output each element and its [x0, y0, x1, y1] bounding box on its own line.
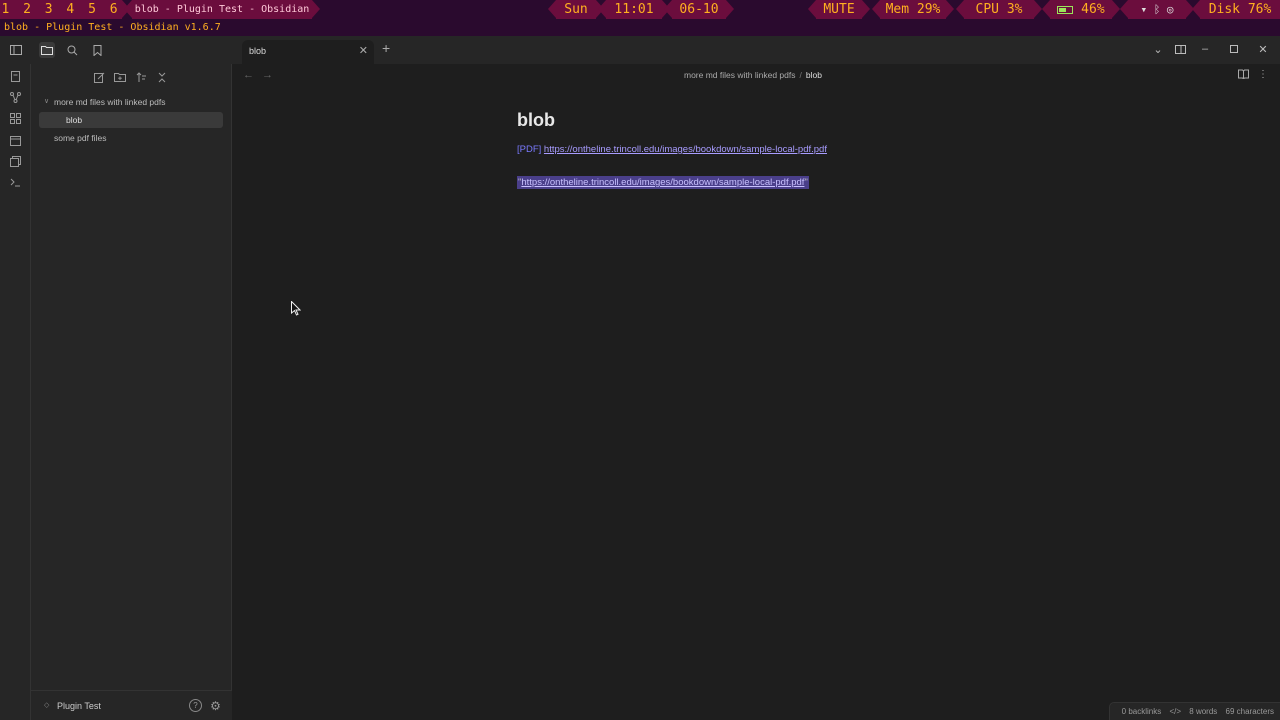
breadcrumb-separator: / — [799, 70, 802, 80]
window-title: blob - Plugin Test - Obsidian v1.6.7 — [0, 19, 1280, 36]
day-label: Sun — [548, 0, 604, 19]
chevron-updown-icon[interactable]: ◇ — [44, 701, 49, 709]
system-status-bar: 1 2 3 4 5 6 blob - Plugin Test - Obsidia… — [0, 0, 1280, 34]
battery-level: 46% — [1081, 2, 1105, 17]
tab-list-chevron-icon[interactable]: ⌄ — [1151, 42, 1165, 56]
ribbon — [0, 64, 31, 720]
code-icon[interactable]: </> — [1169, 707, 1181, 716]
character-count: 69 characters — [1225, 707, 1274, 716]
obsidian-app: ∨ more md files with linked pdfs blob so… — [0, 36, 1280, 720]
chevron-down-icon: ∨ — [44, 98, 50, 105]
forward-arrow-icon[interactable]: → — [262, 69, 273, 81]
wifi-icon: ▾ — [1140, 3, 1148, 16]
sync-icon: ◎ — [1166, 3, 1174, 16]
folder-some-pdf-files[interactable]: some pdf files — [39, 130, 224, 146]
disk-indicator: Disk 76% — [1192, 0, 1280, 19]
bluetooth-icon: ᛒ — [1153, 3, 1161, 16]
window-close-icon[interactable]: ✕ — [1256, 42, 1270, 56]
sort-icon[interactable] — [134, 70, 148, 84]
graph-view-icon[interactable] — [8, 90, 23, 105]
left-toolbar — [0, 36, 232, 64]
status-bar: 0 backlinks </> 8 words 69 characters — [1108, 702, 1280, 720]
canvas-icon[interactable] — [8, 111, 23, 126]
tab-blob[interactable]: blob ✕ — [242, 40, 374, 64]
help-icon[interactable]: ? — [189, 699, 202, 712]
settings-gear-icon[interactable]: ⚙ — [209, 699, 222, 713]
selected-link-line: "https://ontheline.trincoll.edu/images/b… — [517, 176, 809, 189]
open-quick-switcher-icon[interactable] — [8, 69, 23, 84]
clock: 11:01 — [598, 0, 670, 19]
more-options-icon[interactable]: ⋮ — [1258, 69, 1268, 80]
tab-bar: blob ✕ + ⌄ – ✕ — [232, 36, 1280, 64]
network-tray[interactable]: ▾ ᛒ ◎ — [1120, 0, 1194, 19]
quoted-link[interactable]: https://ontheline.trincoll.edu/images/bo… — [521, 177, 804, 188]
templates-icon[interactable] — [8, 154, 23, 169]
vault-footer: ◇ Plugin Test ? ⚙ — [31, 690, 232, 720]
tab-label: blob — [249, 46, 267, 56]
folder-label: more md files with linked pdfs — [54, 97, 166, 107]
sidebar-toggle-icon[interactable] — [8, 42, 24, 58]
folder-label: some pdf files — [54, 133, 107, 143]
battery-indicator: 46% — [1042, 0, 1120, 19]
maximize-icon[interactable] — [1227, 42, 1241, 56]
new-folder-icon[interactable] — [113, 70, 127, 84]
date-label: 06-10 — [664, 0, 734, 19]
close-icon[interactable]: ✕ — [359, 44, 368, 57]
file-blob[interactable]: blob — [39, 112, 223, 128]
cpu-indicator: CPU 3% — [956, 0, 1042, 19]
bar-window-title: blob - Plugin Test - Obsidian v1.6.7 — [124, 0, 320, 34]
word-count: 8 words — [1189, 707, 1218, 716]
back-arrow-icon[interactable]: ← — [243, 69, 254, 81]
reading-view-book-icon[interactable] — [1238, 69, 1249, 82]
pdf-link-line: [PDF] https://ontheline.trincoll.edu/ima… — [517, 144, 827, 155]
pdf-tag: [PDF] — [517, 144, 542, 155]
battery-icon — [1057, 5, 1074, 14]
search-icon[interactable] — [64, 42, 80, 58]
backlinks-count[interactable]: 0 backlinks — [1122, 707, 1162, 716]
memory-indicator: Mem 29% — [872, 0, 954, 19]
file-explorer: ∨ more md files with linked pdfs blob so… — [31, 64, 232, 720]
breadcrumb-folder[interactable]: more md files with linked pdfs — [684, 70, 796, 80]
calendar-icon[interactable] — [8, 133, 23, 148]
split-view-icon[interactable] — [1173, 42, 1187, 56]
page-title: blob — [517, 110, 555, 130]
new-note-icon[interactable] — [92, 70, 106, 84]
breadcrumb: more md files with linked pdfs / blob — [684, 70, 822, 80]
collapse-all-icon[interactable] — [155, 70, 169, 84]
workspace-switcher[interactable]: 1 2 3 4 5 6 — [0, 0, 130, 19]
mouse-cursor-icon — [291, 301, 301, 316]
new-tab-icon[interactable]: + — [382, 40, 390, 56]
bookmark-icon[interactable] — [89, 42, 105, 58]
breadcrumb-file[interactable]: blob — [806, 70, 822, 80]
folder-icon[interactable] — [39, 42, 55, 58]
vault-switcher[interactable]: Plugin Test — [57, 701, 101, 711]
volume-indicator[interactable]: MUTE — [808, 0, 870, 19]
editor-pane: ← → more md files with linked pdfs / blob … — [232, 64, 1280, 720]
quote-close: " — [804, 177, 808, 188]
file-label: blob — [66, 115, 83, 125]
pdf-link[interactable]: https://ontheline.trincoll.edu/images/bo… — [544, 144, 827, 155]
minimize-icon[interactable]: – — [1198, 42, 1212, 56]
folder-more-md-files[interactable]: ∨ more md files with linked pdfs — [39, 94, 224, 110]
terminal-icon[interactable] — [8, 175, 23, 190]
